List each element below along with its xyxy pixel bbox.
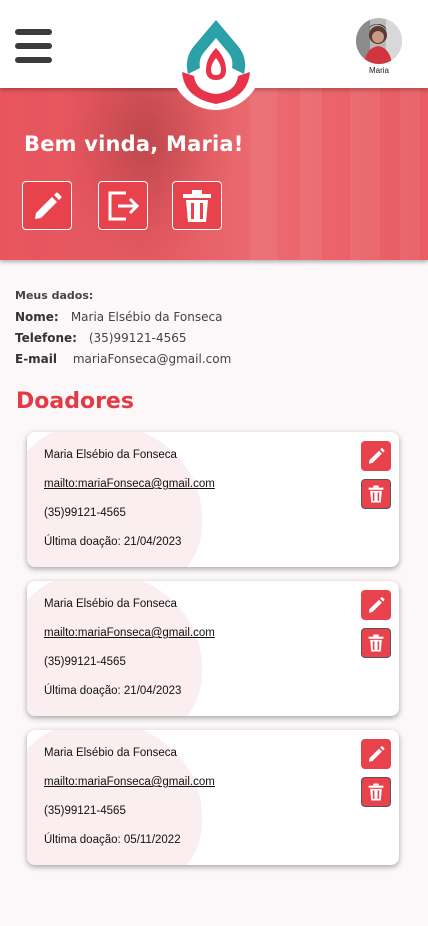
pencil-icon bbox=[368, 448, 385, 464]
name-label: Nome: bbox=[15, 310, 59, 324]
edit-donor-button[interactable] bbox=[361, 739, 391, 769]
donors-title: Doadores bbox=[16, 389, 134, 414]
trash-icon bbox=[183, 190, 211, 222]
donor-phone: (35)99121-4565 bbox=[44, 507, 126, 519]
delete-donor-button[interactable] bbox=[361, 628, 391, 658]
trash-icon bbox=[368, 485, 384, 503]
donor-card: Maria Elsébio da Fonseca mailto:mariaFon… bbox=[27, 581, 399, 716]
donor-last-donation: Última doação: 21/04/2023 bbox=[44, 685, 182, 697]
pencil-icon bbox=[368, 597, 385, 613]
donor-email-link[interactable]: mailto:mariaFonseca@gmail.com bbox=[44, 478, 215, 490]
donor-name: Maria Elsébio da Fonseca bbox=[44, 747, 177, 759]
phone-label: Telefone: bbox=[15, 331, 77, 345]
banner-photo bbox=[60, 88, 230, 260]
email-value: mariaFonseca@gmail.com bbox=[72, 352, 232, 366]
phone-row: Telefone: (35)99121-4565 bbox=[15, 331, 231, 352]
pencil-icon bbox=[368, 746, 385, 762]
donor-phone: (35)99121-4565 bbox=[44, 805, 126, 817]
donor-card: Maria Elsébio da Fonseca mailto:mariaFon… bbox=[27, 432, 399, 567]
donor-email-link[interactable]: mailto:mariaFonseca@gmail.com bbox=[44, 627, 215, 639]
edit-profile-button[interactable] bbox=[22, 181, 72, 230]
name-row: Nome: Maria Elsébio da Fonseca bbox=[15, 310, 231, 331]
name-value: Maria Elsébio da Fonseca bbox=[70, 310, 223, 324]
delete-donor-button[interactable] bbox=[361, 777, 391, 807]
avatar[interactable] bbox=[356, 18, 402, 64]
donor-card: Maria Elsébio da Fonseca mailto:mariaFon… bbox=[27, 730, 399, 865]
donor-last-donation: Última doação: 05/11/2022 bbox=[44, 834, 181, 846]
trash-icon bbox=[368, 783, 384, 801]
blood-drop-logo[interactable] bbox=[170, 18, 262, 110]
hamburger-menu-icon[interactable] bbox=[15, 29, 52, 63]
donor-name: Maria Elsébio da Fonseca bbox=[44, 449, 177, 461]
logout-icon bbox=[108, 191, 140, 221]
delete-account-button[interactable] bbox=[172, 181, 222, 230]
delete-donor-button[interactable] bbox=[361, 479, 391, 509]
edit-donor-button[interactable] bbox=[361, 441, 391, 471]
email-label: E-mail bbox=[15, 352, 58, 366]
donor-email-link[interactable]: mailto:mariaFonseca@gmail.com bbox=[44, 776, 215, 788]
donor-name: Maria Elsébio da Fonseca bbox=[44, 598, 177, 610]
pencil-icon bbox=[35, 192, 62, 219]
my-data-title: Meus dados: bbox=[15, 289, 94, 302]
trash-icon bbox=[368, 634, 384, 652]
user-profile[interactable]: Maria bbox=[356, 18, 402, 75]
donor-phone: (35)99121-4565 bbox=[44, 656, 126, 668]
edit-donor-button[interactable] bbox=[361, 590, 391, 620]
welcome-title: Bem vinda, Maria! bbox=[24, 132, 244, 156]
phone-value: (35)99121-4565 bbox=[88, 331, 187, 345]
welcome-banner: Bem vinda, Maria! bbox=[0, 88, 428, 260]
logout-button[interactable] bbox=[98, 181, 148, 230]
my-data-section: Meus dados: Nome: Maria Elsébio da Fonse… bbox=[15, 289, 231, 373]
donor-last-donation: Última doação: 21/04/2023 bbox=[44, 536, 182, 548]
avatar-name: Maria bbox=[368, 66, 389, 75]
email-row: E-mail mariaFonseca@gmail.com bbox=[15, 352, 231, 373]
